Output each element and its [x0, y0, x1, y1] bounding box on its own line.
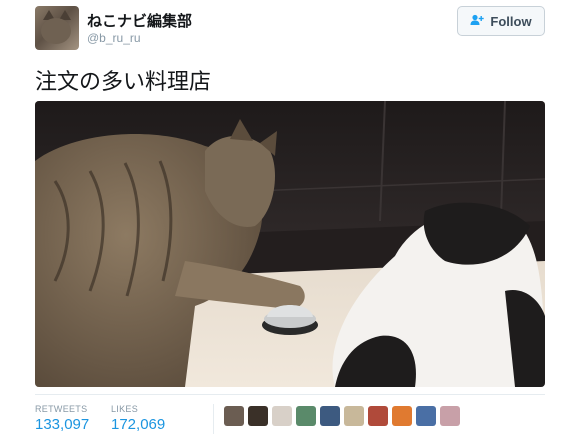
likes-label: LIKES — [111, 404, 139, 414]
avatar-cat-face — [41, 18, 71, 44]
stats-divider — [35, 394, 545, 395]
liker-avatar[interactable] — [320, 406, 340, 426]
liker-avatar[interactable] — [344, 406, 364, 426]
liker-avatars — [224, 406, 460, 426]
tweet-stats: RETWEETS 133,097 LIKES 172,069 — [35, 400, 545, 436]
liker-avatar[interactable] — [248, 406, 268, 426]
stats-separator — [213, 404, 214, 434]
liker-avatar[interactable] — [368, 406, 388, 426]
retweets-label: RETWEETS — [35, 404, 88, 414]
liker-avatar[interactable] — [224, 406, 244, 426]
tweet-media-image[interactable] — [35, 101, 545, 387]
account-name[interactable]: ねこナビ編集部 — [87, 10, 192, 31]
liker-avatar[interactable] — [272, 406, 292, 426]
media-illustration — [35, 101, 545, 387]
account-handle[interactable]: @b_ru_ru — [87, 31, 141, 45]
liker-avatar[interactable] — [392, 406, 412, 426]
liker-avatar[interactable] — [440, 406, 460, 426]
retweets-count: 133,097 — [35, 416, 90, 433]
tweet-text: 注文の多い料理店 — [35, 70, 212, 95]
liker-avatar[interactable] — [296, 406, 316, 426]
likes-count: 172,069 — [111, 416, 166, 433]
follow-label: Follow — [490, 13, 532, 29]
avatar[interactable] — [35, 6, 79, 50]
liker-avatar[interactable] — [416, 406, 436, 426]
likes-stat[interactable]: LIKES 172,069 — [111, 404, 165, 433]
retweets-stat[interactable]: RETWEETS 133,097 — [35, 404, 89, 433]
follow-button[interactable]: Follow — [457, 6, 545, 36]
add-user-icon — [470, 14, 485, 29]
tweet-header: ねこナビ編集部 @b_ru_ru Follow — [35, 6, 545, 52]
